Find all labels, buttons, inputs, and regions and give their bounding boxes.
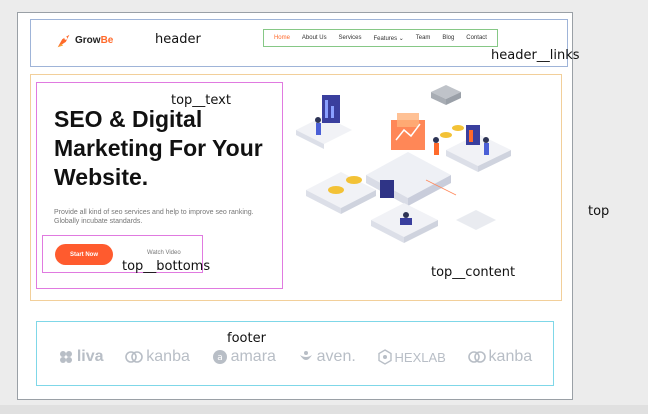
header-annotation: header: [155, 32, 201, 47]
top-bottoms: Start Now Watch Video top__bottoms: [42, 235, 210, 274]
brand-kanba-2: kanba: [467, 348, 532, 366]
hexlab-icon: [377, 349, 392, 365]
brand-logo[interactable]: GrowBe: [75, 35, 113, 46]
watch-video-button[interactable]: Watch Video: [147, 250, 181, 256]
kanba-icon: [125, 351, 144, 363]
seo-isometric-illustration: [296, 85, 511, 243]
hero-headline: SEO & Digital Marketing For Your Website…: [54, 106, 263, 190]
amara-icon: a: [212, 350, 227, 364]
rocket-logo-icon: [57, 34, 70, 48]
top-text: top__text SEO & Digital Marketing For Yo…: [36, 82, 283, 289]
nav-link-about[interactable]: About Us: [302, 35, 327, 41]
start-now-button[interactable]: Start Now: [55, 244, 113, 265]
hero-description: Provide all kind of seo services and hel…: [54, 209, 254, 225]
aven-icon: [299, 351, 312, 360]
kanba-icon: [467, 351, 486, 363]
brand-amara: a amara: [212, 348, 276, 366]
nav-link-team[interactable]: Team: [416, 35, 431, 41]
header-links: Home About Us Services Features ⌄ Team B…: [263, 29, 498, 47]
header: GrowBe header Home About Us Services Fea…: [30, 19, 580, 67]
brand-liva: liva: [58, 348, 104, 366]
svg-text:a: a: [217, 353, 223, 363]
bottom-bar: [0, 405, 648, 414]
nav-link-blog[interactable]: Blog: [442, 35, 454, 41]
footer-annotation: footer: [227, 331, 266, 346]
nav-link-features[interactable]: Features ⌄: [373, 35, 403, 42]
header-links-annotation: header__links: [491, 48, 580, 63]
liva-icon: [59, 351, 72, 363]
brand-kanba: kanba: [125, 348, 190, 366]
page-frame: GrowBe header Home About Us Services Fea…: [17, 12, 580, 400]
top-annotation: top: [588, 204, 610, 219]
nav-link-contact[interactable]: Contact: [466, 35, 487, 41]
top-content-annotation: top__content: [431, 265, 516, 280]
brand-hexlab: HEXLAB: [377, 349, 446, 365]
footer: footer liva kanba a amara aven. HEXLAB k…: [36, 321, 554, 386]
nav-link-home[interactable]: Home: [274, 35, 290, 41]
top-bottoms-annotation: top__bottoms: [122, 259, 211, 274]
nav-link-services[interactable]: Services: [339, 35, 362, 41]
brand-logos: liva kanba a amara aven. HEXLAB kanba: [37, 346, 553, 368]
top-section: top__text SEO & Digital Marketing For Yo…: [30, 74, 562, 301]
brand-aven: aven.: [298, 348, 356, 366]
